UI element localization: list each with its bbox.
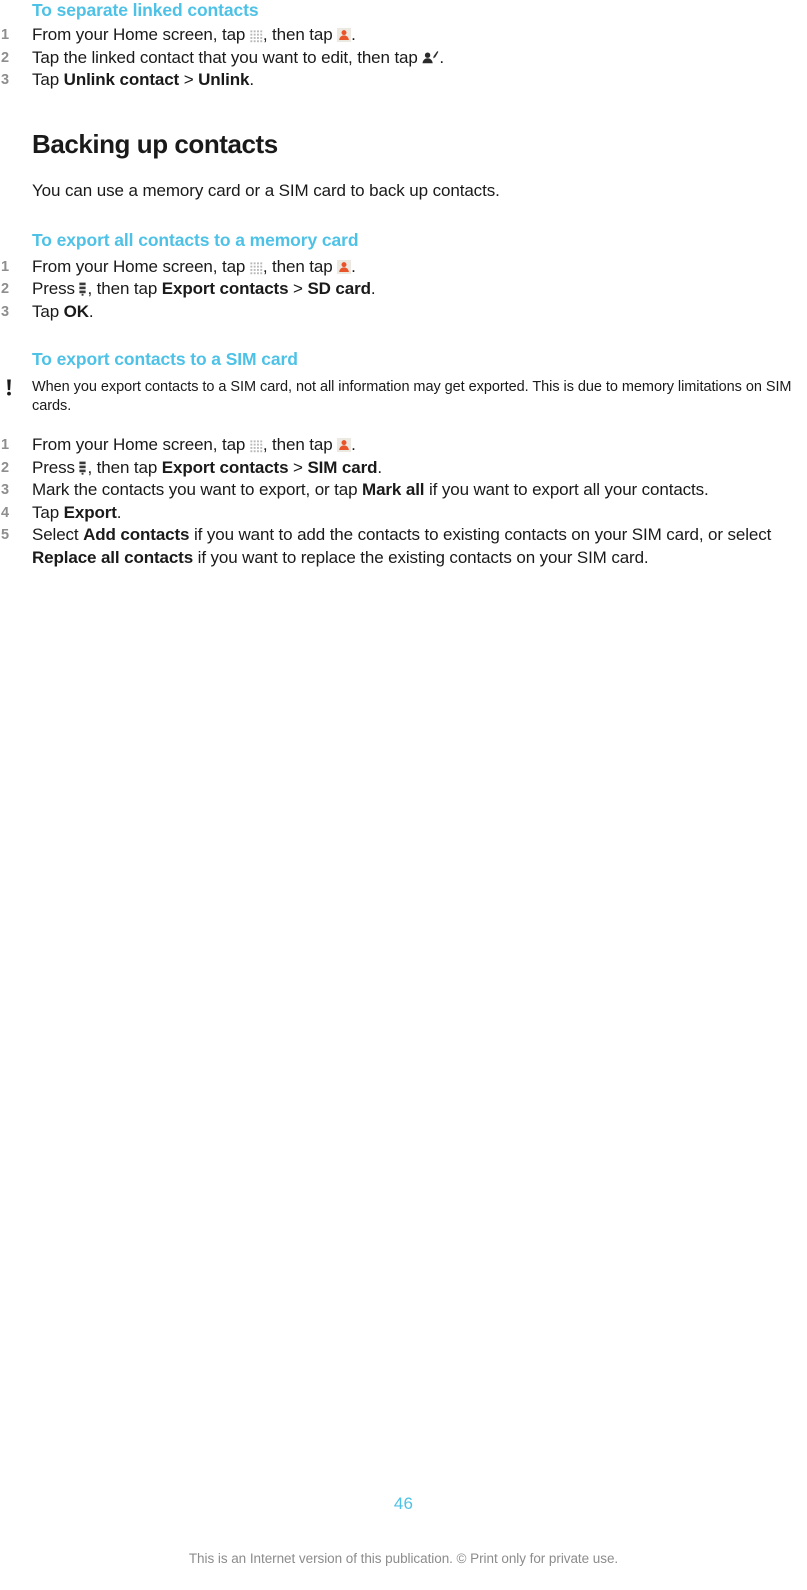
list-item: 1 From your Home screen, tap , then tap … — [0, 24, 807, 47]
footer-copyright: This is an Internet version of this publ… — [188, 1551, 619, 1566]
list-item: 1 From your Home screen, tap , then tap … — [0, 434, 807, 457]
step-text: From your Home screen, tap , then tap . — [32, 25, 356, 44]
step-text: Tap Unlink contact > Unlink. — [32, 70, 254, 89]
exclamation-icon — [3, 379, 15, 396]
step-text: Press , then tap Export contacts > SIM c… — [32, 457, 382, 477]
step-text: Tap the linked contact that you want to … — [32, 47, 444, 67]
list-item: 2 Tap the linked contact that you want t… — [0, 47, 807, 70]
step-number: 3 — [1, 303, 9, 320]
section-heading: To separate linked contacts — [32, 0, 259, 20]
section-backing-up-contacts: Backing up contacts You can use a memory… — [0, 129, 807, 202]
note-block: When you export contacts to a SIM card, … — [7, 378, 807, 416]
ui-term: Export — [63, 502, 117, 522]
section-export-all-to-memory-card: To export all contacts to a memory card … — [0, 230, 807, 324]
list-item: 5 Select Add contacts if you want to add… — [0, 524, 807, 569]
step-number: 2 — [1, 459, 9, 476]
manual-page: To separate linked contacts 1 From your … — [0, 0, 807, 1590]
edit-contact-icon — [422, 50, 439, 65]
section-intro-text: You can use a memory card or a SIM card … — [32, 180, 500, 200]
step-text: Tap OK. — [32, 301, 94, 321]
ui-term: Replace all contacts — [32, 547, 194, 567]
list-item: 3 Tap OK. — [0, 301, 807, 324]
app-grid-icon — [250, 440, 263, 453]
section-separate-linked-contacts: To separate linked contacts 1 From your … — [0, 0, 807, 92]
step-number: 1 — [1, 437, 9, 453]
list-item: 2 Press , then tap Export contacts > SIM… — [0, 457, 807, 480]
step-number: 2 — [1, 281, 9, 297]
step-text: From your Home screen, tap , then tap . — [32, 256, 356, 276]
section-export-to-sim-card: To export contacts to a SIM card When yo… — [0, 349, 807, 569]
steps-list-export-memory-card: 1 From your Home screen, tap , then tap … — [0, 256, 807, 324]
contacts-icon — [337, 259, 352, 274]
ui-term: Unlink — [198, 70, 250, 89]
section-heading: To export contacts to a SIM card — [32, 349, 298, 369]
step-text: Tap Export. — [32, 502, 122, 522]
steps-list-separate-linked-contacts: 1 From your Home screen, tap , then tap … — [0, 24, 807, 92]
step-number: 3 — [1, 482, 9, 498]
step-number: 1 — [1, 258, 9, 275]
step-number: 4 — [1, 504, 9, 521]
ui-term: OK — [63, 301, 89, 321]
list-item: 3 Mark the contacts you want to export, … — [0, 479, 807, 502]
list-item: 4 Tap Export. — [0, 502, 807, 525]
ui-term: Add contacts — [83, 525, 190, 544]
list-item: 1 From your Home screen, tap , then tap … — [0, 256, 807, 279]
list-item: 2 Press , then tap Export contacts > SD … — [0, 278, 807, 301]
page-title: Backing up contacts — [32, 128, 278, 159]
contacts-icon — [337, 28, 352, 42]
menu-icon — [79, 282, 87, 296]
steps-list-export-sim-card: 1 From your Home screen, tap , then tap … — [0, 434, 807, 569]
ui-term: Export contacts — [161, 279, 289, 298]
step-text: Select Add contacts if you want to add t… — [32, 525, 772, 567]
step-text: Mark the contacts you want to export, or… — [32, 480, 709, 499]
step-number: 1 — [1, 27, 9, 43]
contacts-icon — [337, 438, 352, 452]
ui-term: Unlink contact — [63, 70, 180, 89]
ui-term: SIM card — [307, 457, 378, 477]
app-grid-icon — [250, 30, 263, 43]
ui-term: SD card — [307, 279, 371, 298]
step-text: Press , then tap Export contacts > SD ca… — [32, 279, 376, 298]
app-grid-icon — [250, 261, 263, 275]
list-item: 3 Tap Unlink contact > Unlink. — [0, 69, 807, 92]
note-text: When you export contacts to a SIM card, … — [32, 379, 792, 414]
step-text: From your Home screen, tap , then tap . — [32, 435, 356, 454]
page-content: To separate linked contacts 1 From your … — [0, 0, 807, 569]
step-number: 2 — [1, 49, 9, 66]
section-heading: To export all contacts to a memory card — [32, 229, 359, 250]
page-number: 46 — [393, 1494, 414, 1513]
ui-term: Export contacts — [161, 457, 289, 477]
ui-term: Mark all — [362, 480, 425, 499]
step-number: 3 — [1, 72, 9, 88]
menu-icon — [79, 461, 87, 475]
step-number: 5 — [1, 527, 9, 543]
